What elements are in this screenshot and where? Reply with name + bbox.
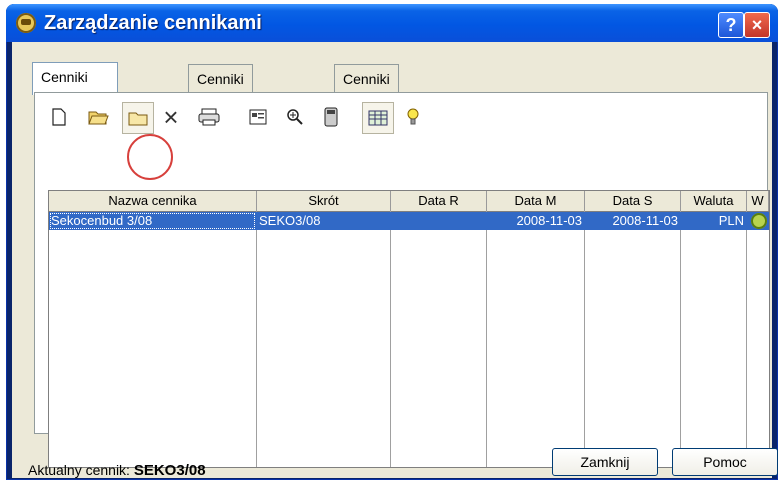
column-header-w[interactable]: W xyxy=(747,191,769,211)
bulb-icon[interactable] xyxy=(398,102,428,132)
pricelist-table[interactable]: Nazwa cennika Skrót Data R Data M Data S… xyxy=(48,190,770,468)
cell-currency: PLN xyxy=(718,213,744,228)
tab-cenniki-pozycji-zn[interactable]: Cenniki pozycji ZN xyxy=(334,64,399,143)
table-header: Nazwa cennika Skrót Data R Data M Data S… xyxy=(49,191,769,212)
window-title: Zarządzanie cennikami xyxy=(44,12,262,34)
cell-data-s: 2008-11-03 xyxy=(612,213,678,228)
cell-data-m: 2008-11-03 xyxy=(516,213,582,228)
tab-cenniki-pozycji-kb[interactable]: Cenniki pozycji KB xyxy=(188,64,253,143)
column-header-data-s[interactable]: Data S xyxy=(585,191,681,211)
delete-icon[interactable]: × xyxy=(156,102,186,132)
grid-icon[interactable] xyxy=(362,102,394,134)
bulb-icon xyxy=(751,213,767,229)
column-header-data-r[interactable]: Data R xyxy=(391,191,487,211)
help-icon[interactable]: ? xyxy=(718,12,744,38)
column-divider xyxy=(486,211,487,467)
table-row[interactable]: Sekocenbud 3/08 SEKO3/08 2008-11-03 2008… xyxy=(49,212,769,230)
column-divider xyxy=(680,211,681,467)
window: Zarządzanie cennikami ? × Cenniki składn… xyxy=(6,4,778,480)
folder-highlighted-icon[interactable] xyxy=(122,102,154,134)
column-header-data-m[interactable]: Data M xyxy=(487,191,585,211)
client-area: Cenniki składników Cenniki pozycji KB Ce… xyxy=(12,42,778,480)
column-divider xyxy=(746,211,747,467)
current-pricelist-value: SEKO3/08 xyxy=(133,462,206,479)
calculator-icon[interactable] xyxy=(316,102,346,132)
current-pricelist-label: Aktualny cennik: SEKO3/08 xyxy=(28,462,206,479)
column-divider xyxy=(390,211,391,467)
column-divider xyxy=(584,211,585,467)
close-button[interactable]: Zamknij xyxy=(552,448,658,476)
new-icon[interactable] xyxy=(44,102,74,132)
open-icon[interactable] xyxy=(84,102,114,132)
help-button[interactable]: Pomoc xyxy=(672,448,778,476)
titlebar: Zarządzanie cennikami ? × xyxy=(6,4,778,42)
footer: Aktualny cennik: SEKO3/08 xyxy=(12,446,772,480)
column-header-nazwa[interactable]: Nazwa cennika xyxy=(49,191,257,211)
close-icon[interactable]: × xyxy=(744,12,770,38)
column-header-waluta[interactable]: Waluta xyxy=(681,191,747,211)
tab-cenniki-skladnikow[interactable]: Cenniki składników xyxy=(32,62,119,113)
cell-short: SEKO3/08 xyxy=(259,213,321,228)
app-icon xyxy=(16,13,36,33)
cell-name: Sekocenbud 3/08 xyxy=(49,212,256,230)
column-header-skrot[interactable]: Skrót xyxy=(257,191,391,211)
zoom-icon[interactable] xyxy=(280,102,310,132)
properties-icon[interactable] xyxy=(244,102,274,132)
column-divider xyxy=(256,211,257,467)
print-icon[interactable] xyxy=(194,102,224,132)
cell-data-r xyxy=(391,212,486,230)
